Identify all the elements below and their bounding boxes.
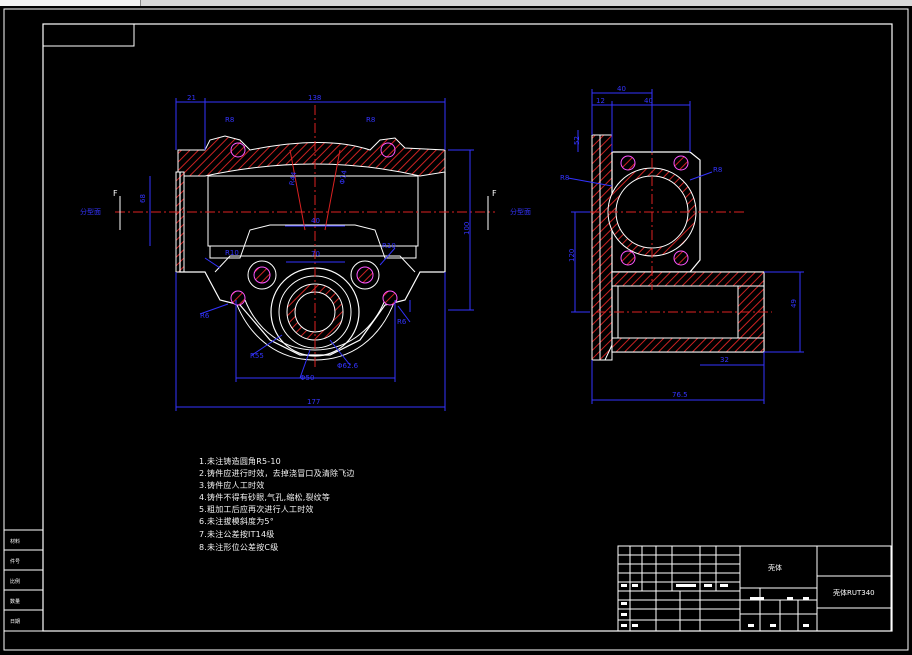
dim-front-r8-right: R8 — [366, 116, 375, 124]
note-7: 7.未注公差按IT14级 — [199, 530, 275, 539]
front-hole-bottom-left — [230, 290, 246, 306]
top-left-code-box — [42, 23, 135, 47]
dim-side-40b: 40 — [644, 97, 653, 105]
dim-front-r10-left: R10 — [225, 249, 239, 257]
dim-side-120: 120 — [568, 249, 576, 262]
side-hole-bl — [620, 250, 636, 266]
cad-drawing-canvas[interactable]: F F 分型面 分型面 21 138 177 100 68 R8 R8 R10 … — [0, 0, 912, 655]
dim-front-r6-left: R6 — [200, 312, 210, 320]
left-table-label-5: 日期 — [10, 619, 20, 625]
dim-side-r8-right: R8 — [713, 166, 722, 174]
left-table-label-1: 材料 — [10, 538, 20, 545]
dim-front-r6-right: R6 — [397, 318, 407, 326]
title-part-name: 壳体 — [768, 563, 782, 572]
dim-side-12: 12 — [596, 97, 605, 105]
section-mark-right: F — [492, 189, 497, 198]
dim-front-phi50: Φ50 — [300, 374, 314, 382]
dim-front-phi62: Φ62.6 — [337, 362, 359, 370]
front-hole-top-left — [230, 142, 246, 158]
note-1: 1.未注铸造圆角R5-10 — [199, 457, 281, 466]
note-2: 2.铸件应进行时效，去掉浇冒口及清除飞边 — [199, 469, 355, 478]
dim-side-49: 49 — [790, 299, 798, 308]
dim-side-r8-left: R8 — [560, 174, 569, 182]
dim-front-177: 177 — [307, 398, 320, 406]
side-hole-tr — [673, 155, 689, 171]
dim-front-40: 40 — [311, 217, 320, 225]
dim-side-52: 52 — [573, 136, 581, 145]
left-table-label-2: 件号 — [10, 558, 20, 565]
dim-front-r44: R44 — [288, 171, 298, 186]
dim-side-40-top: 40 — [617, 85, 626, 93]
parting-label-right: 分型面 — [510, 207, 531, 216]
dim-front-70: 70 — [311, 250, 320, 258]
section-mark-left: F — [113, 189, 118, 198]
title-drawing-code: 壳体RUT340 — [833, 588, 875, 597]
note-4: 4.铸件不得有砂眼,气孔,缩松,裂纹等 — [199, 493, 331, 502]
note-5: 5.粗加工后应再次进行人工时效 — [199, 505, 314, 514]
dim-front-r8-left: R8 — [225, 116, 234, 124]
side-hole-br — [673, 250, 689, 266]
front-top-wall — [177, 135, 446, 177]
parting-label-left: 分型面 — [80, 207, 101, 216]
note-8: 8.未注形位公差按C级 — [199, 543, 279, 552]
left-table-label-4: 数量 — [10, 598, 20, 605]
dim-front-68: 68 — [139, 194, 147, 203]
dim-front-phi14: Φ14 — [338, 169, 348, 185]
dim-front-138: 138 — [308, 94, 321, 102]
outer-border — [3, 8, 909, 651]
note-6: 6.未注拔模斜度为5° — [199, 517, 274, 526]
dim-side-overall: 76.5 — [672, 391, 688, 399]
dim-front-21: 21 — [187, 94, 196, 102]
side-flange — [591, 134, 613, 361]
side-hole-tl — [620, 155, 636, 171]
dim-front-r10-right: R10 — [382, 242, 396, 250]
dim-front-100: 100 — [463, 222, 471, 235]
side-view: 40 12 40 52 R8 R8 120 49 32 76.5 — [560, 85, 804, 404]
front-inner-cavity — [207, 175, 419, 247]
inner-border — [42, 23, 893, 632]
left-table-label-3: 比例 — [10, 578, 20, 585]
note-3: 3.铸件应人工时效 — [199, 481, 265, 490]
front-view: F F 分型面 分型面 21 138 177 100 68 R8 R8 R10 … — [80, 94, 531, 411]
front-hole-top-right — [380, 142, 396, 158]
dim-front-r55: R55 — [250, 352, 264, 360]
dim-side-32: 32 — [720, 356, 729, 364]
